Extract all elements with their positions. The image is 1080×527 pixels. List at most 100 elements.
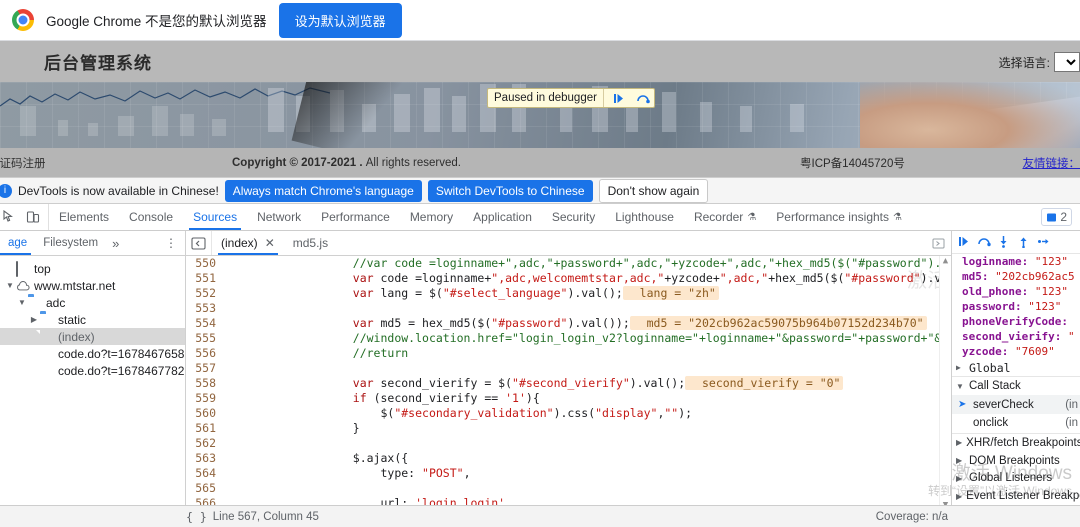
resume-script-icon[interactable] [956,234,971,249]
tab-memory[interactable]: Memory [400,204,463,230]
line-number[interactable]: 552 [186,286,224,301]
register-link[interactable]: 验证码注册 [0,155,46,171]
scope-variable[interactable]: password: "123" [962,299,1080,314]
code-line[interactable]: 560 $("#secondary_validation").css("disp… [186,406,951,421]
tab-recorder[interactable]: Recorder ⚗ [684,204,766,230]
language-select[interactable]: 中 [1054,52,1080,72]
editor-vertical-scrollbar[interactable]: ▲ ▼ [939,256,951,510]
call-stack-frame-onclick[interactable]: onclick (in [952,414,1080,433]
call-stack-header[interactable]: ▼ Call Stack [952,377,1080,395]
scope-variable[interactable]: phoneVerifyCode: [962,314,1080,329]
file-tab-md5js[interactable]: md5.js [284,231,337,255]
section-global-listeners[interactable]: ▶ Global Listeners [952,469,1080,487]
twisty[interactable]: ▶ [956,492,962,501]
code-line[interactable]: 558 var second_vierify = $("#second_vier… [186,376,951,391]
step-over-icon[interactable] [634,90,652,106]
line-number[interactable]: 564 [186,466,224,481]
tab-performance-insights[interactable]: Performance insights ⚗ [766,204,912,230]
code-line[interactable]: 564 type: "POST", [186,466,951,481]
tree-item-top[interactable]: top [0,260,185,277]
line-number[interactable]: 554 [186,316,224,331]
device-toolbar-icon[interactable] [26,210,40,224]
line-number[interactable]: 553 [186,301,224,316]
line-number[interactable]: 561 [186,421,224,436]
code-line[interactable]: 563 $.ajax({ [186,451,951,466]
set-default-browser-button[interactable]: 设为默认浏览器 [278,2,402,38]
code-line[interactable]: 554 var md5 = hex_md5($("#password").val… [186,316,951,331]
code-line[interactable]: 551 var code =loginname+",adc,welcomemts… [186,271,951,286]
tab-console[interactable]: Console [119,204,183,230]
tab-sources[interactable]: Sources [183,204,247,230]
step-into-icon[interactable] [996,234,1011,249]
switch-devtools-language-button[interactable]: Switch DevTools to Chinese [427,179,593,202]
line-number[interactable]: 560 [186,406,224,421]
friend-link[interactable]: 友情链接： [1023,155,1080,171]
file-tab-index[interactable]: (index) ✕ [212,231,284,255]
tab-lighthouse[interactable]: Lighthouse [605,204,684,230]
code-line[interactable]: 562 [186,436,951,451]
call-stack-frame-severcheck[interactable]: ➤ severCheck (in [952,395,1080,415]
code-line[interactable]: 557 [186,361,951,376]
navigator-tab-filesystem[interactable]: Filesystem [35,231,106,255]
twisty[interactable]: ▼ [956,382,965,391]
line-number[interactable]: 556 [186,346,224,361]
step-over-icon[interactable] [976,234,991,249]
line-number[interactable]: 550 [186,256,224,271]
line-number[interactable]: 559 [186,391,224,406]
code-line[interactable]: 556 //return [186,346,951,361]
inspect-element-icon[interactable] [2,209,16,224]
code-line[interactable]: 552 var lang = $("#select_language").val… [186,286,951,301]
line-number[interactable]: 558 [186,376,224,391]
scope-global-row[interactable]: ▶ Global [952,359,1080,377]
tab-performance[interactable]: Performance [311,204,400,230]
scope-variable[interactable]: md5: "202cb962ac5 [962,269,1080,284]
section-xhr-breakpoints[interactable]: ▶ XHR/fetch Breakpoints [952,434,1080,452]
more-options-icon[interactable]: ⋮ [157,236,185,250]
twisty[interactable]: ▼ [16,298,28,307]
code-editor[interactable]: 550 //var code =loginname+",adc,"+passwo… [186,256,951,523]
line-number[interactable]: 555 [186,331,224,346]
show-navigator-icon[interactable] [186,231,212,255]
twisty[interactable]: ▼ [4,281,16,290]
always-match-language-button[interactable]: Always match Chrome's language [224,179,422,202]
console-message-badge[interactable]: 2 [1041,208,1072,226]
twisty[interactable]: ▶ [956,363,965,372]
code-line[interactable]: 559 if (second_vierify == '1'){ [186,391,951,406]
line-number[interactable]: 565 [186,481,224,496]
scroll-up-icon[interactable]: ▲ [943,256,948,266]
line-number[interactable]: 551 [186,271,224,286]
code-line[interactable]: 555 //window.location.href="login_login_… [186,331,951,346]
tree-item-origin[interactable]: ▼ www.mtstar.net [0,277,185,294]
tab-network[interactable]: Network [247,204,311,230]
more-tabs-icon[interactable] [926,231,951,255]
code-line[interactable]: 550 //var code =loginname+",adc,"+passwo… [186,256,951,271]
scope-variable[interactable]: yzcode: "7609" [962,344,1080,359]
twisty[interactable]: ▶ [956,438,962,447]
tree-item-static[interactable]: ▶ static [0,311,185,328]
line-number[interactable]: 557 [186,361,224,376]
language-selector[interactable]: 选择语言: 中 [999,52,1080,72]
section-event-listener-breakpoints[interactable]: ▶ Event Listener Breakpoints [952,487,1080,505]
tab-security[interactable]: Security [542,204,605,230]
tab-application[interactable]: Application [463,204,542,230]
twisty[interactable]: ▶ [956,474,965,483]
scope-variable[interactable]: loginname: "123" [962,254,1080,269]
tab-elements[interactable]: Elements [49,204,119,230]
chevron-right-icon[interactable]: » [106,236,125,251]
tree-item-code-2[interactable]: code.do?t=1678467782625 [0,362,185,379]
twisty[interactable]: ▶ [956,456,965,465]
step-icon[interactable] [1036,234,1051,249]
twisty[interactable]: ▶ [28,315,40,324]
code-line[interactable]: 553 [186,301,951,316]
code-line[interactable]: 565 [186,481,951,496]
pretty-print-icon[interactable]: { } [186,510,207,524]
scope-variable[interactable]: old_phone: "123" [962,284,1080,299]
line-number[interactable]: 562 [186,436,224,451]
dont-show-again-button[interactable]: Don't show again [598,178,709,203]
code-line[interactable]: 561 } [186,421,951,436]
line-number[interactable]: 563 [186,451,224,466]
tree-item-adc[interactable]: ▼ adc [0,294,185,311]
step-out-icon[interactable] [1016,234,1031,249]
close-icon[interactable]: ✕ [265,236,275,250]
resume-script-icon[interactable] [610,90,628,106]
